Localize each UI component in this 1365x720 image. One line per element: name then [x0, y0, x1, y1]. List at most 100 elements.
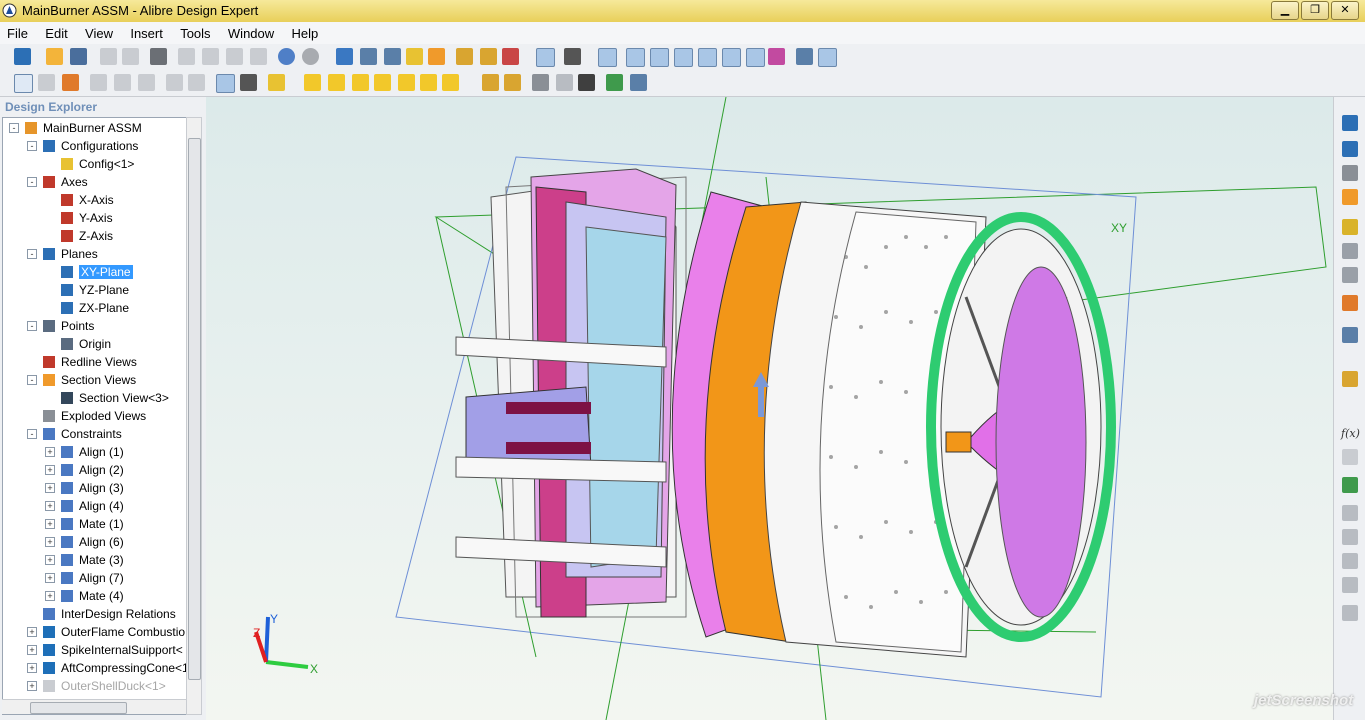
close-button[interactable]: ✕ — [1331, 1, 1359, 20]
view-top-icon[interactable] — [352, 74, 369, 91]
view-back-icon[interactable] — [328, 74, 345, 91]
zoom-window-icon[interactable] — [114, 74, 131, 91]
tree-item[interactable]: Origin — [3, 335, 187, 353]
expand-icon[interactable]: + — [27, 627, 37, 637]
wireframe-icon[interactable] — [240, 74, 257, 91]
constraint-target-icon[interactable] — [722, 48, 741, 67]
camera-icon[interactable] — [578, 74, 595, 91]
tree-item[interactable]: - Configurations — [3, 137, 187, 155]
measure-icon[interactable] — [456, 48, 473, 65]
tree-item[interactable]: + OuterShellDuck<1> — [3, 677, 187, 695]
suppress-icon[interactable] — [1342, 553, 1358, 569]
point-tool-icon[interactable] — [384, 48, 401, 65]
sphere-icon[interactable] — [278, 48, 295, 65]
collapse-icon[interactable]: - — [9, 123, 19, 133]
expand-icon[interactable]: + — [45, 555, 55, 565]
tree-item[interactable]: + Align (6) — [3, 533, 187, 551]
balance-icon[interactable] — [480, 48, 497, 65]
menu-tools[interactable]: Tools — [173, 22, 217, 41]
view-right-icon[interactable] — [420, 74, 437, 91]
equations-icon[interactable]: f(x) — [1341, 427, 1360, 440]
tree-item[interactable]: + Align (1) — [3, 443, 187, 461]
zoom-fit-icon[interactable] — [138, 74, 155, 91]
minimize-button[interactable]: ▁ — [1271, 1, 1299, 20]
tree-item[interactable]: Redline Views — [3, 353, 187, 371]
tree-vertical-scrollbar[interactable] — [186, 117, 202, 715]
plane-tool-icon[interactable] — [336, 48, 353, 65]
new-icon[interactable] — [14, 48, 31, 65]
tree-item[interactable]: ZX-Plane — [3, 299, 187, 317]
unsuppress-icon[interactable] — [1342, 577, 1358, 593]
bom-icon[interactable] — [1342, 477, 1358, 493]
expand-icon[interactable]: + — [27, 681, 37, 691]
design-table-icon[interactable] — [1342, 449, 1358, 465]
cut-icon[interactable] — [178, 48, 195, 65]
lighting-icon[interactable] — [630, 74, 647, 91]
view-iso-icon[interactable] — [442, 74, 459, 91]
render-icon[interactable] — [606, 74, 623, 91]
tree-item[interactable]: - Points — [3, 317, 187, 335]
settings-icon[interactable] — [1342, 605, 1358, 621]
hide-icon[interactable] — [556, 74, 573, 91]
collapse-icon[interactable]: - — [27, 429, 37, 439]
tree-item[interactable]: - MainBurner ASSM — [3, 119, 187, 137]
constraint-mate-icon[interactable] — [650, 48, 669, 67]
scroll-thumb[interactable] — [188, 138, 201, 680]
replace-icon[interactable] — [1342, 267, 1358, 283]
tree-item[interactable]: - Planes — [3, 245, 187, 263]
explode-icon[interactable] — [532, 74, 549, 91]
tree-item[interactable]: + Mate (4) — [3, 587, 187, 605]
constraint-delete-icon[interactable] — [746, 48, 765, 67]
undo-icon[interactable] — [100, 48, 117, 65]
tree-item[interactable]: + Align (3) — [3, 479, 187, 497]
tree-item[interactable]: YZ-Plane — [3, 281, 187, 299]
sketch-icon[interactable] — [1342, 165, 1358, 181]
view-orientation-icon[interactable] — [268, 74, 285, 91]
redo-icon[interactable] — [122, 48, 139, 65]
scroll-thumb[interactable] — [30, 702, 127, 714]
delete-icon[interactable] — [250, 48, 267, 65]
expand-icon[interactable]: + — [45, 501, 55, 511]
burner-assembly-model[interactable]: XY X Y Z — [206, 97, 1333, 720]
view-left-icon[interactable] — [398, 74, 415, 91]
tree-item[interactable]: XY-Plane — [3, 263, 187, 281]
menu-edit[interactable]: Edit — [38, 22, 74, 41]
tree-horizontal-scrollbar[interactable] — [2, 699, 186, 714]
zoom-icon[interactable] — [90, 74, 107, 91]
section-tool-icon[interactable] — [428, 48, 445, 65]
3d-viewport[interactable]: XY X Y Z — [206, 97, 1333, 720]
expand-icon[interactable]: + — [45, 447, 55, 457]
tree-item[interactable]: Section View<3> — [3, 389, 187, 407]
restore-button[interactable]: ❐ — [1301, 1, 1329, 20]
properties-icon[interactable] — [502, 48, 519, 65]
shaded-icon[interactable] — [216, 74, 235, 93]
menu-view[interactable]: View — [78, 22, 120, 41]
menu-insert[interactable]: Insert — [123, 22, 170, 41]
copy-icon[interactable] — [202, 48, 219, 65]
explorer-toggle-icon[interactable] — [536, 48, 555, 67]
analyze-icon[interactable] — [818, 48, 837, 67]
assembly-tool-icon[interactable] — [1342, 189, 1358, 205]
tree-item[interactable]: Z-Axis — [3, 227, 187, 245]
magnet-icon[interactable] — [768, 48, 785, 65]
collapse-icon[interactable]: - — [27, 177, 37, 187]
insert-part-icon[interactable] — [598, 48, 617, 67]
expand-icon[interactable]: + — [45, 465, 55, 475]
color-icon[interactable] — [1342, 295, 1358, 311]
open-icon[interactable] — [46, 48, 63, 65]
expand-icon[interactable]: + — [27, 645, 37, 655]
tree-item[interactable]: - Axes — [3, 173, 187, 191]
collapse-icon[interactable]: - — [27, 375, 37, 385]
configurations-tool-icon[interactable] — [406, 48, 423, 65]
tree-item[interactable]: Config<1> — [3, 155, 187, 173]
view-bottom-icon[interactable] — [374, 74, 391, 91]
tree-item[interactable]: + Align (7) — [3, 569, 187, 587]
tree-item[interactable]: X-Axis — [3, 191, 187, 209]
expand-icon[interactable]: + — [45, 537, 55, 547]
axis-tool-icon[interactable] — [360, 48, 377, 65]
expand-icon[interactable]: + — [45, 573, 55, 583]
view-front-icon[interactable] — [304, 74, 321, 91]
next-view-icon[interactable] — [188, 74, 205, 91]
collapse-icon[interactable]: - — [27, 249, 37, 259]
rotate-cw-icon[interactable] — [504, 74, 521, 91]
